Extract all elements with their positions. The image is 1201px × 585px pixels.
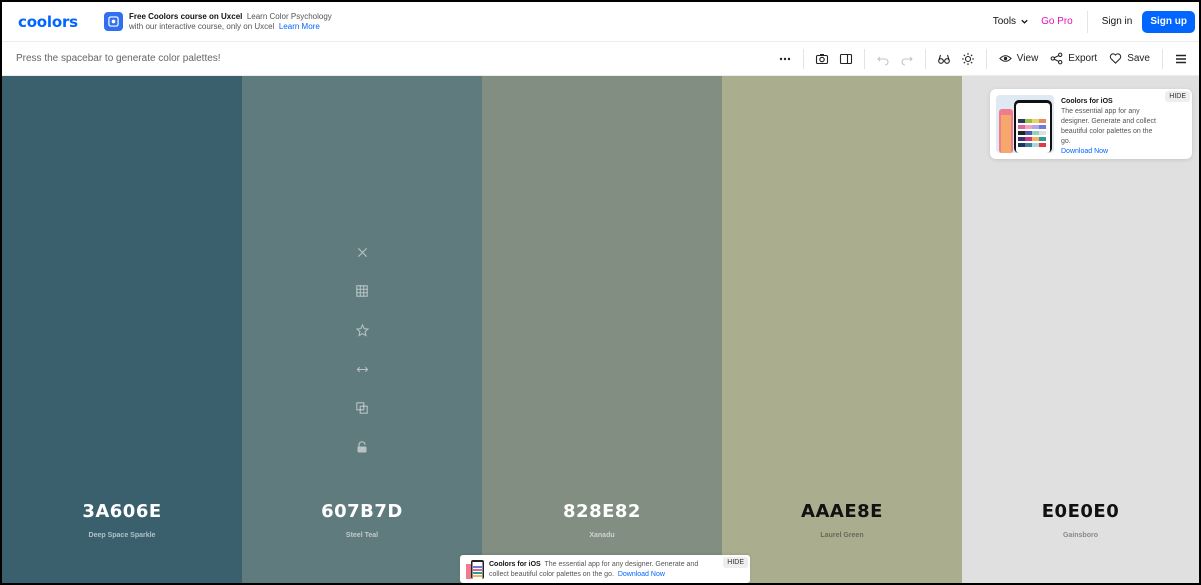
view-button[interactable]: View [999,52,1039,65]
divider [924,48,926,69]
menu-icon[interactable] [1169,47,1193,71]
hex-code[interactable]: 3A606E [2,501,242,522]
save-button[interactable]: Save [1109,52,1150,65]
learn-more-link[interactable]: Learn More [279,22,320,31]
ad-download-link[interactable]: Download Now [618,571,665,578]
drag-icon[interactable] [352,359,372,379]
promo-text-1: Learn Color Psychology [246,11,332,21]
color-column[interactable]: 828E82 Xanadu [482,76,722,583]
lock-icon[interactable] [352,437,372,457]
ios-app-card[interactable]: Coolors for iOS The essential app for an… [990,89,1192,159]
heart-icon [1110,53,1122,64]
color-name[interactable]: Steel Teal [242,532,482,539]
toolbar-actions: View Export Save [773,42,1199,75]
color-name[interactable]: Deep Space Sparkle [2,532,242,539]
redo-icon[interactable] [895,47,919,71]
go-pro-link[interactable]: Go Pro [1041,16,1073,27]
color-name[interactable]: Gainsboro [962,532,1199,539]
export-label: Export [1068,53,1098,64]
color-column[interactable]: AAAE8E Laurel Green [722,76,962,583]
tools-menu[interactable]: Tools [993,16,1029,27]
top-right-nav: Tools Go Pro Sign in Sign up [993,2,1199,41]
color-column[interactable]: 3A606E Deep Space Sparkle [2,76,242,583]
app-window: coolors Free Coolors course on Uxcel Lea… [0,0,1201,585]
divider [802,48,804,69]
ios-card-title: Coolors for iOS [1061,98,1113,105]
sign-in-link[interactable]: Sign in [1102,16,1133,27]
top-navbar: coolors Free Coolors course on Uxcel Lea… [2,2,1199,42]
ios-card-text: Coolors for iOS The essential app for an… [1061,97,1161,157]
promo-banner[interactable]: Free Coolors course on Uxcel Learn Color… [104,12,332,32]
ad-hide-button[interactable]: HIDE [723,557,748,568]
hex-code[interactable]: E0E0E0 [962,501,1199,522]
hide-button[interactable]: HIDE [1165,91,1190,102]
hex-code[interactable]: 828E82 [482,501,722,522]
close-icon[interactable] [352,242,372,262]
grid-icon[interactable] [352,281,372,301]
ios-app-thumbnail [996,95,1054,153]
coolors-logo[interactable]: coolors [18,13,90,31]
save-label: Save [1127,53,1150,64]
column-tools [242,242,482,476]
color-name[interactable]: Laurel Green [722,532,962,539]
divider [863,48,865,69]
undo-icon[interactable] [871,47,895,71]
more-icon[interactable] [773,47,797,71]
star-icon[interactable] [352,320,372,340]
color-name[interactable]: Xanadu [482,532,722,539]
chevron-down-icon [1021,19,1028,24]
ios-card-description: The essential app for any designer. Gene… [1061,108,1156,145]
sidebar-icon[interactable] [834,47,858,71]
promo-title: Free Coolors course on Uxcel [129,11,243,21]
color-column[interactable]: 607B7D Steel Teal [242,76,482,583]
view-label: View [1016,53,1039,64]
eye-icon [999,55,1012,62]
promo-text-2: with our interactive course, only on Uxc… [129,21,275,31]
generator-toolbar: Press the spacebar to generate color pal… [2,42,1199,76]
copy-icon[interactable] [352,398,372,418]
download-now-link[interactable]: Download Now [1061,147,1161,157]
ad-text: Coolors for iOS The essential app for an… [489,560,717,580]
sign-up-button[interactable]: Sign up [1142,10,1195,33]
share-icon [1050,52,1063,65]
divider [985,48,987,69]
bottom-ad-banner[interactable]: Coolors for iOS The essential app for an… [460,555,750,583]
camera-icon[interactable] [810,47,834,71]
divider [1162,48,1163,69]
promo-text: Free Coolors course on Uxcel Learn Color… [129,12,332,32]
tools-label: Tools [992,16,1017,27]
sun-icon[interactable] [956,47,980,71]
glasses-icon[interactable] [932,47,956,71]
ad-thumbnail [465,559,485,579]
hex-code[interactable]: AAAE8E [722,501,962,522]
spacebar-hint: Press the spacebar to generate color pal… [16,53,221,64]
ad-title: Coolors for iOS [489,561,541,568]
hex-code[interactable]: 607B7D [242,501,482,522]
divider [1086,10,1088,33]
export-button[interactable]: Export [1050,52,1097,65]
uxcel-icon [104,12,123,31]
